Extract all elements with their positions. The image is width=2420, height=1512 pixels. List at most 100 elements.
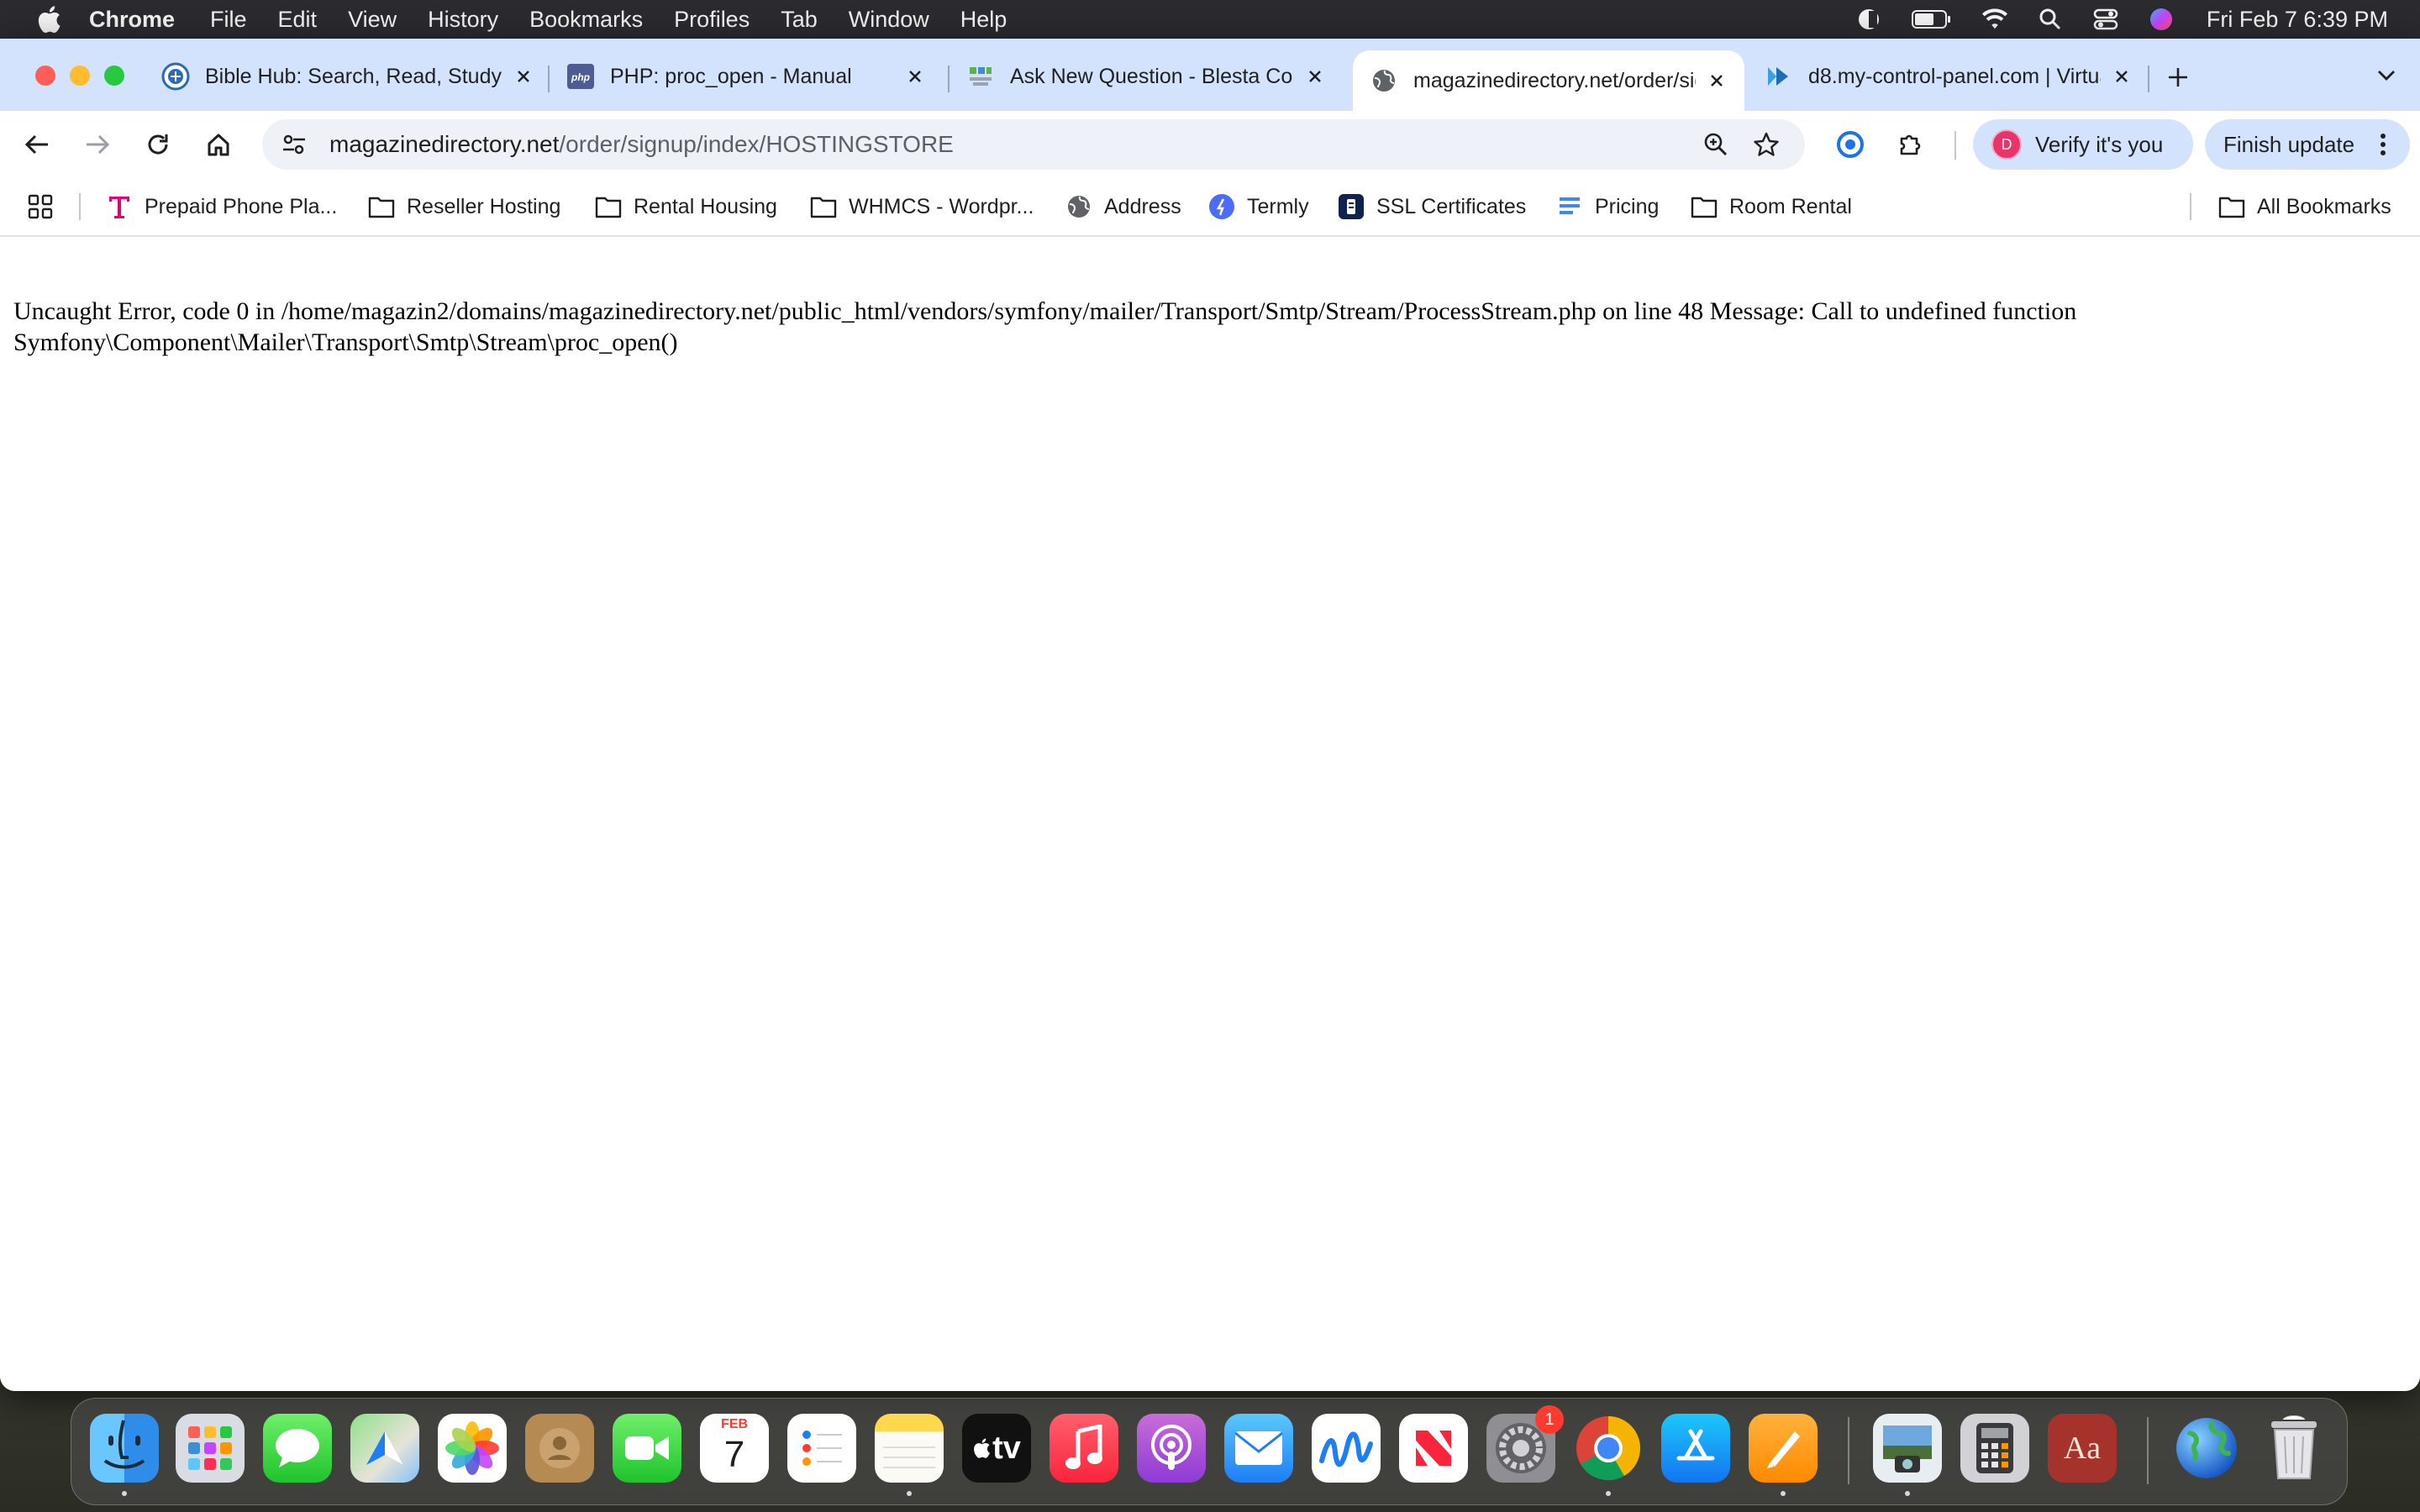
bookmark-termly[interactable]: Termly bbox=[1208, 188, 1309, 225]
macos-dock: FEB 7 tv 1 Aa bbox=[71, 1398, 2348, 1505]
calendar-icon[interactable]: FEB 7 bbox=[700, 1414, 769, 1483]
tab-close-icon[interactable] bbox=[902, 64, 928, 89]
globe-icon bbox=[1370, 66, 1398, 95]
menu-profiles[interactable]: Profiles bbox=[674, 7, 750, 33]
preview-icon[interactable] bbox=[1873, 1414, 1942, 1483]
window-zoom-button[interactable] bbox=[104, 66, 124, 86]
zoom-magnifier-icon[interactable] bbox=[1699, 128, 1733, 161]
news-icon[interactable] bbox=[1399, 1414, 1468, 1483]
finder-icon[interactable] bbox=[90, 1414, 159, 1483]
tab-blesta-community[interactable]: Ask New Question - Blesta Community bbox=[966, 50, 1328, 102]
notification-badge: 1 bbox=[1535, 1405, 1564, 1434]
bookmark-whmcs-wordpress[interactable]: WHMCS - Wordpr... bbox=[810, 188, 1034, 225]
music-icon[interactable] bbox=[1050, 1414, 1118, 1483]
app-store-icon[interactable] bbox=[1661, 1414, 1730, 1483]
downloads-globe-icon[interactable] bbox=[2172, 1414, 2241, 1483]
calendar-month: FEB bbox=[700, 1414, 769, 1434]
apple-tv-icon[interactable]: tv bbox=[962, 1414, 1031, 1483]
bookmark-reseller-hosting[interactable]: Reseller Hosting bbox=[368, 188, 560, 225]
tab-title: d8.my-control-panel.com | Virtualmin bbox=[1808, 64, 2101, 88]
menu-tab[interactable]: Tab bbox=[781, 7, 818, 33]
dictionary-icon[interactable]: Aa bbox=[2048, 1414, 2117, 1483]
apps-grid-icon[interactable] bbox=[27, 188, 54, 225]
termly-icon bbox=[1208, 193, 1235, 220]
bookmark-star-icon[interactable] bbox=[1749, 128, 1783, 161]
bookmark-label: Termly bbox=[1247, 194, 1309, 218]
tab-magazinedirectory-active[interactable]: magazinedirectory.net/order/signup bbox=[1353, 50, 1744, 111]
menu-bar-clock[interactable]: Fri Feb 7 6:39 PM bbox=[2207, 7, 2388, 33]
spotlight-search-icon[interactable] bbox=[2037, 6, 2064, 33]
menu-edit[interactable]: Edit bbox=[278, 7, 318, 33]
menu-window[interactable]: Window bbox=[849, 7, 929, 33]
maps-icon[interactable] bbox=[350, 1414, 419, 1483]
control-center-icon[interactable] bbox=[2092, 6, 2119, 33]
forward-arrow-icon[interactable] bbox=[77, 124, 118, 165]
tab-close-icon[interactable] bbox=[1302, 64, 1328, 89]
tab-close-icon[interactable] bbox=[511, 64, 536, 89]
system-settings-icon[interactable]: 1 bbox=[1486, 1405, 1564, 1483]
chrome-menu-kebab-icon[interactable] bbox=[2370, 131, 2396, 158]
extensions-puzzle-icon[interactable] bbox=[1891, 124, 1931, 165]
battery-icon[interactable] bbox=[1911, 6, 1953, 33]
mail-icon[interactable] bbox=[1224, 1414, 1293, 1483]
reload-icon[interactable] bbox=[138, 124, 178, 165]
verify-label: Verify it's you bbox=[2035, 131, 2164, 157]
bookmark-pricing[interactable]: Pricing bbox=[1556, 188, 1659, 225]
menu-app-name[interactable]: Chrome bbox=[89, 7, 175, 33]
tab-bible-hub[interactable]: Bible Hub: Search, Read, Study bbox=[161, 50, 536, 102]
facetime-icon[interactable] bbox=[613, 1414, 681, 1483]
menu-bookmarks[interactable]: Bookmarks bbox=[529, 7, 643, 33]
bookmark-room-rental[interactable]: Room Rental bbox=[1691, 188, 1852, 225]
stage-manager-icon[interactable] bbox=[1855, 6, 1882, 33]
calculator-icon[interactable] bbox=[1960, 1414, 2029, 1483]
verify-identity-button[interactable]: D Verify it's you bbox=[1973, 119, 2193, 170]
folder-icon bbox=[2218, 193, 2245, 220]
messages-icon[interactable] bbox=[263, 1414, 332, 1483]
url-text[interactable]: magazinedirectory.net/order/signup/index… bbox=[329, 131, 954, 158]
macos-menu-bar: Chrome File Edit View History Bookmarks … bbox=[0, 0, 2420, 39]
back-arrow-icon[interactable] bbox=[17, 124, 57, 165]
error-line-2: Symfony\Component\Mailer\Transport\Smtp\… bbox=[13, 328, 678, 356]
menu-file[interactable]: File bbox=[210, 7, 247, 33]
launchpad-icon[interactable] bbox=[176, 1414, 245, 1483]
contacts-icon[interactable] bbox=[525, 1414, 594, 1483]
wifi-icon[interactable] bbox=[1981, 6, 2008, 33]
chrome-icon[interactable] bbox=[1574, 1414, 1643, 1483]
bookmark-ssl-certificates[interactable]: SSL Certificates bbox=[1338, 188, 1526, 225]
apple-tv-label: tv bbox=[992, 1430, 1021, 1466]
bookmark-prepaid-phone[interactable]: Prepaid Phone Pla... bbox=[106, 188, 337, 225]
home-icon[interactable] bbox=[198, 124, 239, 165]
reminders-icon[interactable] bbox=[787, 1414, 856, 1483]
bookmark-address[interactable]: Address bbox=[1065, 188, 1181, 225]
tab-search-chevron-icon[interactable] bbox=[2368, 57, 2405, 94]
bookmark-label: Rental Housing bbox=[634, 194, 777, 218]
bookmark-rental-housing[interactable]: Rental Housing bbox=[595, 188, 777, 225]
window-minimize-button[interactable] bbox=[70, 66, 90, 86]
tab-separator bbox=[948, 66, 950, 92]
freeform-icon[interactable] bbox=[1312, 1414, 1381, 1483]
menu-history[interactable]: History bbox=[428, 7, 498, 33]
tab-close-icon[interactable] bbox=[1704, 68, 1729, 93]
menu-help[interactable]: Help bbox=[960, 7, 1007, 33]
tab-php-manual[interactable]: php PHP: proc_open - Manual bbox=[566, 50, 928, 102]
tab-title: Ask New Question - Blesta Community bbox=[1010, 64, 1294, 88]
siri-icon[interactable] bbox=[2148, 6, 2175, 33]
menu-view[interactable]: View bbox=[348, 7, 397, 33]
window-close-button[interactable] bbox=[35, 66, 55, 86]
new-tab-plus-icon[interactable] bbox=[2161, 60, 2195, 94]
notes-icon[interactable] bbox=[875, 1414, 944, 1483]
pages-icon[interactable] bbox=[1749, 1414, 1818, 1483]
site-info-tune-icon[interactable] bbox=[277, 128, 311, 161]
virtualmin-icon bbox=[1765, 62, 1793, 91]
all-bookmarks-button[interactable]: All Bookmarks bbox=[2218, 188, 2391, 225]
podcasts-icon[interactable] bbox=[1137, 1414, 1206, 1483]
address-bar[interactable]: magazinedirectory.net/order/signup/index… bbox=[262, 119, 1805, 170]
apple-menu-icon[interactable] bbox=[32, 3, 66, 36]
finish-update-button[interactable]: Finish update bbox=[2205, 119, 2410, 170]
extension-target-icon[interactable] bbox=[1830, 124, 1870, 165]
photos-icon[interactable] bbox=[438, 1414, 507, 1483]
trash-icon[interactable] bbox=[2260, 1414, 2328, 1483]
svg-text:php: php bbox=[571, 71, 590, 83]
tab-close-icon[interactable] bbox=[2109, 64, 2134, 89]
tab-virtualmin[interactable]: d8.my-control-panel.com | Virtualmin bbox=[1765, 50, 2134, 102]
